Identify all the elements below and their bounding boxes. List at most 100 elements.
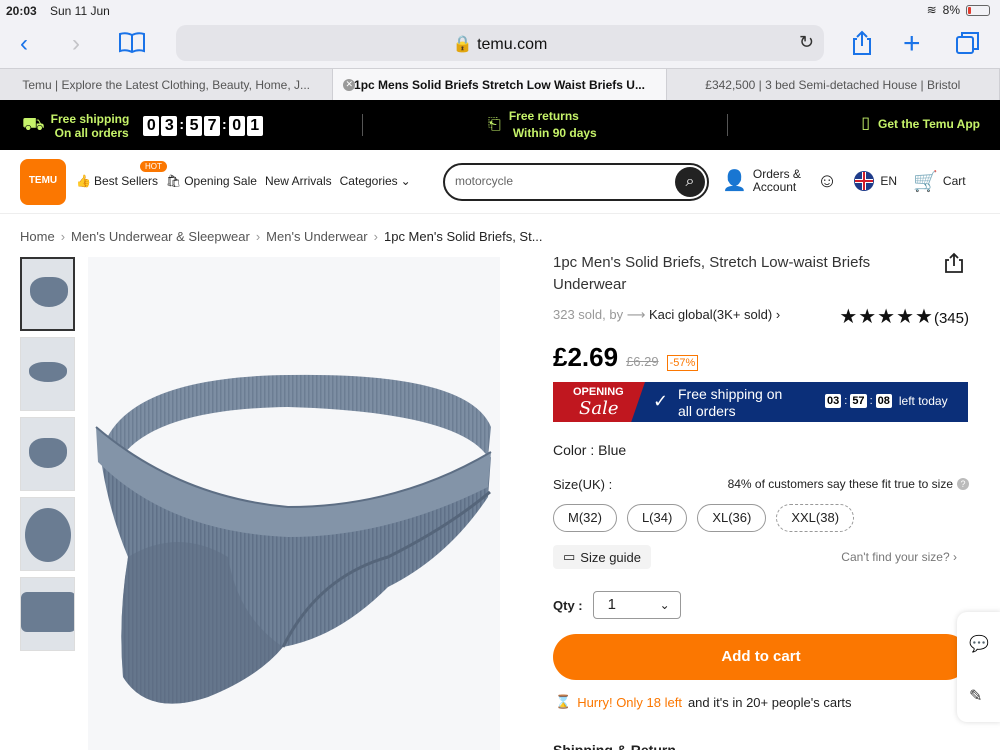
- size-option-xl[interactable]: XL(36): [697, 504, 767, 532]
- timer-minutes: 57: [850, 394, 867, 408]
- status-bar: 20:03 Sun 11 Jun ≋ 8%: [0, 0, 1000, 22]
- close-tab-icon[interactable]: ✕: [343, 78, 356, 91]
- support-icon[interactable]: ☺: [817, 170, 837, 193]
- returns-sub-label: Within 90 days: [512, 126, 597, 140]
- thumbnail-1[interactable]: [20, 257, 75, 331]
- uk-flag-icon: [854, 171, 875, 191]
- help-icon[interactable]: ?: [957, 478, 969, 490]
- seller-name: Kaci global(3K+ sold): [649, 307, 773, 322]
- thumbs-up-icon: 👍: [76, 174, 91, 188]
- logo-text: TEMU: [28, 175, 58, 186]
- free-returns-promo[interactable]: ⎗ Free returns Within 90 days: [488, 109, 597, 140]
- size-guide-button[interactable]: ▭ Size guide: [553, 545, 652, 569]
- tab-product[interactable]: ✕ 1pc Mens Solid Briefs Stretch Low Wais…: [333, 69, 667, 100]
- cant-find-label: Can't find your size?: [841, 550, 950, 564]
- thumbnail-4[interactable]: [20, 497, 75, 571]
- carts-text: and it's in 20+ people's carts: [687, 694, 852, 710]
- nav-best-sellers[interactable]: 👍 Best Sellers HOT: [76, 161, 167, 188]
- new-tab-icon[interactable]: +: [903, 29, 921, 59]
- wifi-icon: ≋: [926, 3, 937, 17]
- share-icon[interactable]: [943, 252, 965, 280]
- reload-icon[interactable]: ↻: [799, 32, 814, 53]
- chevron-down-icon: ⌄: [400, 174, 411, 188]
- rating-stars[interactable]: ★★★★★(345): [839, 304, 969, 329]
- search-box: ⌕: [443, 163, 709, 201]
- orders-account[interactable]: 👤 Orders & Account: [722, 168, 801, 194]
- free-returns-label: Free returns: [508, 109, 579, 123]
- nav-new-arrivals[interactable]: New Arrivals: [265, 174, 332, 188]
- search-input[interactable]: [455, 174, 655, 188]
- cart-link[interactable]: 🛒 Cart: [913, 169, 966, 194]
- thumbnail-image: [30, 277, 68, 307]
- size-guide-label: Size guide: [580, 549, 642, 565]
- temu-logo[interactable]: TEMU: [20, 159, 66, 205]
- breadcrumb: Home › Men's Underwear & Sleepwear › Men…: [20, 229, 543, 244]
- phone-icon: ▯: [861, 115, 870, 132]
- categories-label: Categories: [339, 174, 398, 188]
- tabs-overview-icon[interactable]: [955, 30, 981, 63]
- cant-find-size-link[interactable]: Can't find your size? ›: [841, 550, 957, 564]
- nav-categories[interactable]: Categories ⌄: [340, 174, 411, 188]
- url-text: 🔒 temu.com: [452, 36, 548, 53]
- quantity-row: Qty : 1 ⌄: [553, 591, 681, 619]
- tab-temu-home[interactable]: Temu | Explore the Latest Clothing, Beau…: [0, 69, 334, 100]
- main-nav: 👍 Best Sellers HOT 🛍 Opening Sale New Ar…: [76, 161, 411, 188]
- main-product-image[interactable]: [88, 257, 500, 750]
- forward-icon[interactable]: ›: [72, 30, 80, 58]
- status-right: ≋ 8%: [927, 3, 990, 17]
- quantity-select[interactable]: 1 ⌄: [592, 591, 681, 619]
- thumbnail-2[interactable]: [20, 337, 75, 411]
- seller-link[interactable]: Kaci global(3K+ sold) ›: [649, 307, 780, 322]
- tab-bar: Temu | Explore the Latest Clothing, Beau…: [0, 68, 1000, 100]
- free-shipping-promo[interactable]: ⛟ Free shipping On all orders 0 3 : 5 7 …: [22, 112, 263, 140]
- thumbnail-image: [21, 592, 74, 632]
- thumbnail-5[interactable]: [20, 577, 75, 651]
- stock-notice: ⌛ Hurry! Only 18 left and it's in 20+ pe…: [555, 694, 852, 710]
- sale-badge: OPENING Sale: [553, 382, 645, 422]
- seller-logo-icon: ⟶: [626, 307, 646, 322]
- size-label: Size(UK) :: [553, 477, 613, 492]
- breadcrumb-mens-underwear[interactable]: Men's Underwear: [266, 229, 367, 244]
- original-price: £6.29: [626, 354, 659, 369]
- thumbnail-3[interactable]: [20, 417, 75, 491]
- tab-house-listing[interactable]: £342,500 | 3 bed Semi-detached House | B…: [667, 69, 1000, 100]
- timer-digit: 0: [228, 116, 245, 136]
- opening-label: OPENING: [573, 386, 624, 398]
- opening-sale-label: Opening Sale: [184, 174, 257, 188]
- returns-icon: ⎗: [488, 115, 501, 133]
- banner-line1: Free shipping on: [678, 386, 783, 402]
- hourglass-icon: ⌛: [555, 694, 572, 709]
- shipping-return-heading[interactable]: Shipping & Return: [553, 742, 676, 750]
- url-value: temu.com: [477, 36, 548, 53]
- feedback-icon[interactable]: ✎: [969, 686, 982, 706]
- language-selector[interactable]: EN: [853, 170, 897, 192]
- add-to-cart-button[interactable]: Add to cart: [553, 634, 969, 680]
- sold-row: 323 sold, by ⟶ Kaci global(3K+ sold) › ★…: [553, 306, 969, 328]
- tab-product-label: 1pc Mens Solid Briefs Stretch Low Waist …: [354, 77, 645, 92]
- clock: 20:03: [6, 4, 37, 18]
- timer-digit: 7: [204, 116, 221, 136]
- battery-icon: [966, 4, 990, 16]
- current-price: £2.69: [553, 342, 619, 372]
- search-icon[interactable]: ⌕: [675, 167, 705, 197]
- free-returns-text: Free returns Within 90 days: [509, 109, 597, 140]
- briefs-illustration: [95, 374, 492, 704]
- back-icon[interactable]: ‹: [20, 30, 28, 58]
- size-option-m[interactable]: M(32): [553, 504, 617, 532]
- get-app-promo[interactable]: ▯ Get the Temu App: [861, 115, 980, 132]
- promo-bar: ⛟ Free shipping On all orders 0 3 : 5 7 …: [0, 100, 1000, 150]
- timer-digit: 3: [161, 116, 178, 136]
- size-option-l[interactable]: L(34): [626, 504, 688, 532]
- breadcrumb-home[interactable]: Home: [20, 229, 55, 244]
- share-icon[interactable]: [850, 30, 874, 63]
- product-title: 1pc Men's Solid Briefs, Stretch Low-wais…: [553, 254, 871, 293]
- address-bar[interactable]: 🔒 temu.com ↻: [176, 25, 824, 61]
- bookmarks-icon[interactable]: [118, 30, 146, 62]
- breadcrumb-separator: ›: [373, 229, 378, 244]
- size-option-xxl[interactable]: XXL(38): [776, 504, 855, 532]
- opening-sale-banner: OPENING Sale ✓ Free shipping on all orde…: [553, 382, 968, 422]
- breadcrumb-underwear-sleepwear[interactable]: Men's Underwear & Sleepwear: [71, 229, 250, 244]
- language-label: EN: [880, 174, 898, 188]
- chat-icon[interactable]: 💬: [969, 634, 989, 654]
- nav-opening-sale[interactable]: 🛍 Opening Sale: [166, 174, 257, 188]
